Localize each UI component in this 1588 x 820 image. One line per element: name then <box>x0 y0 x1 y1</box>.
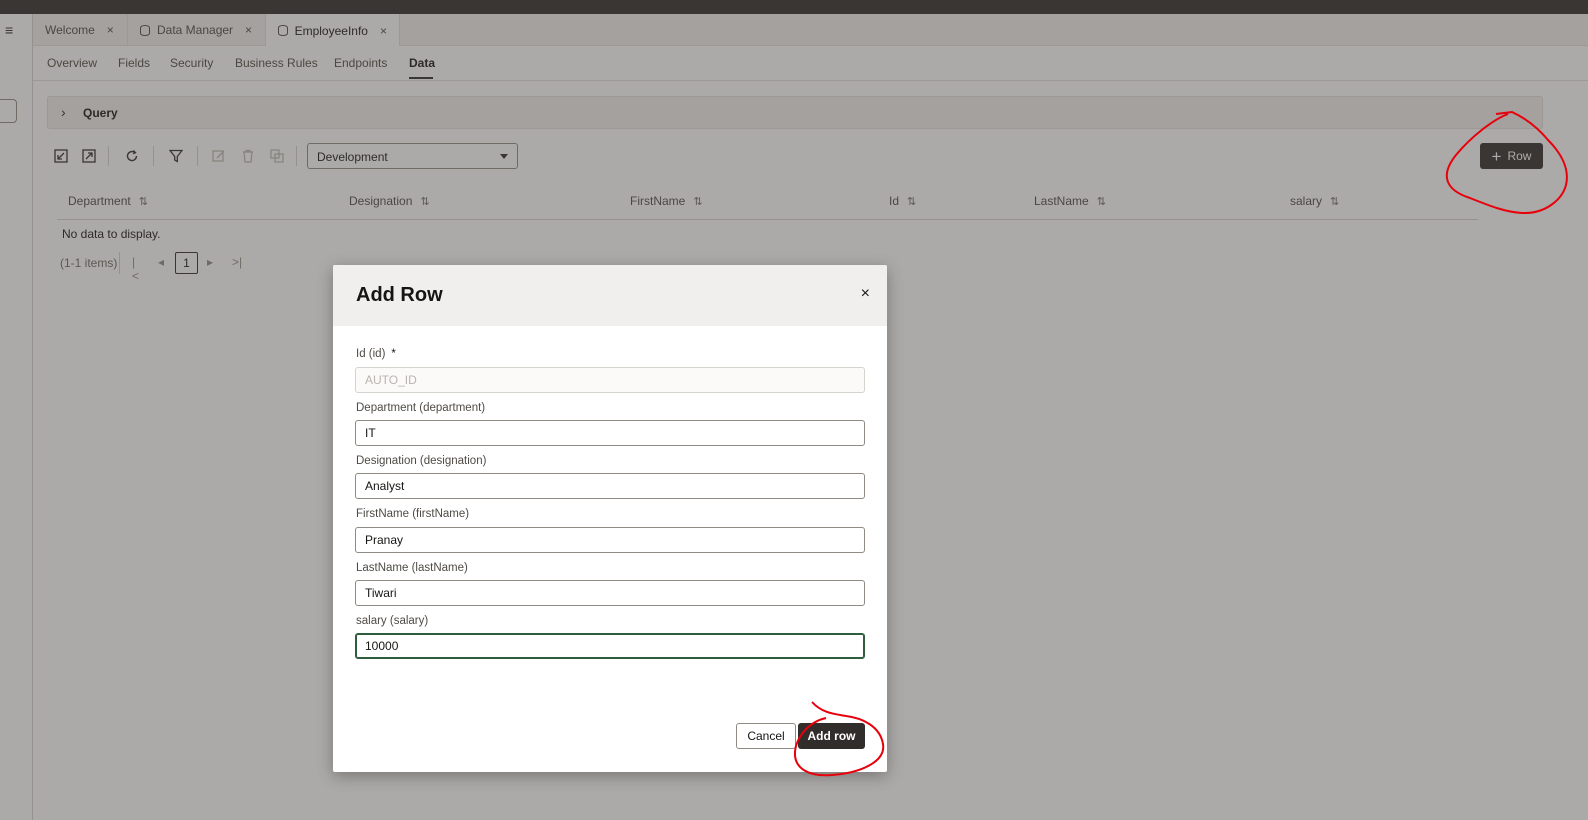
add-row-dialog: Add Row × Id (id) * Department (departmen… <box>333 265 887 772</box>
cancel-button[interactable]: Cancel <box>736 723 796 749</box>
salary-field-label: salary (salary) <box>356 615 429 627</box>
designation-field-label: Designation (designation) <box>356 455 487 467</box>
id-field-label: Id (id) * <box>356 348 396 360</box>
lastname-field-label: LastName (lastName) <box>356 562 468 574</box>
field-label-text: Id (id) <box>356 348 386 360</box>
lastname-field[interactable] <box>355 580 865 606</box>
department-field[interactable] <box>355 420 865 446</box>
firstname-field-label: FirstName (firstName) <box>356 508 470 520</box>
required-marker: * <box>391 348 396 360</box>
dialog-header: Add Row × <box>333 265 887 326</box>
dialog-title: Add Row <box>356 284 443 306</box>
id-field <box>355 367 865 393</box>
firstname-field[interactable] <box>355 527 865 553</box>
department-field-label: Department (department) <box>356 402 486 414</box>
close-icon[interactable]: × <box>861 285 870 303</box>
add-row-submit-button[interactable]: Add row <box>798 723 865 749</box>
designation-field[interactable] <box>355 473 865 499</box>
salary-field[interactable] <box>355 633 865 659</box>
